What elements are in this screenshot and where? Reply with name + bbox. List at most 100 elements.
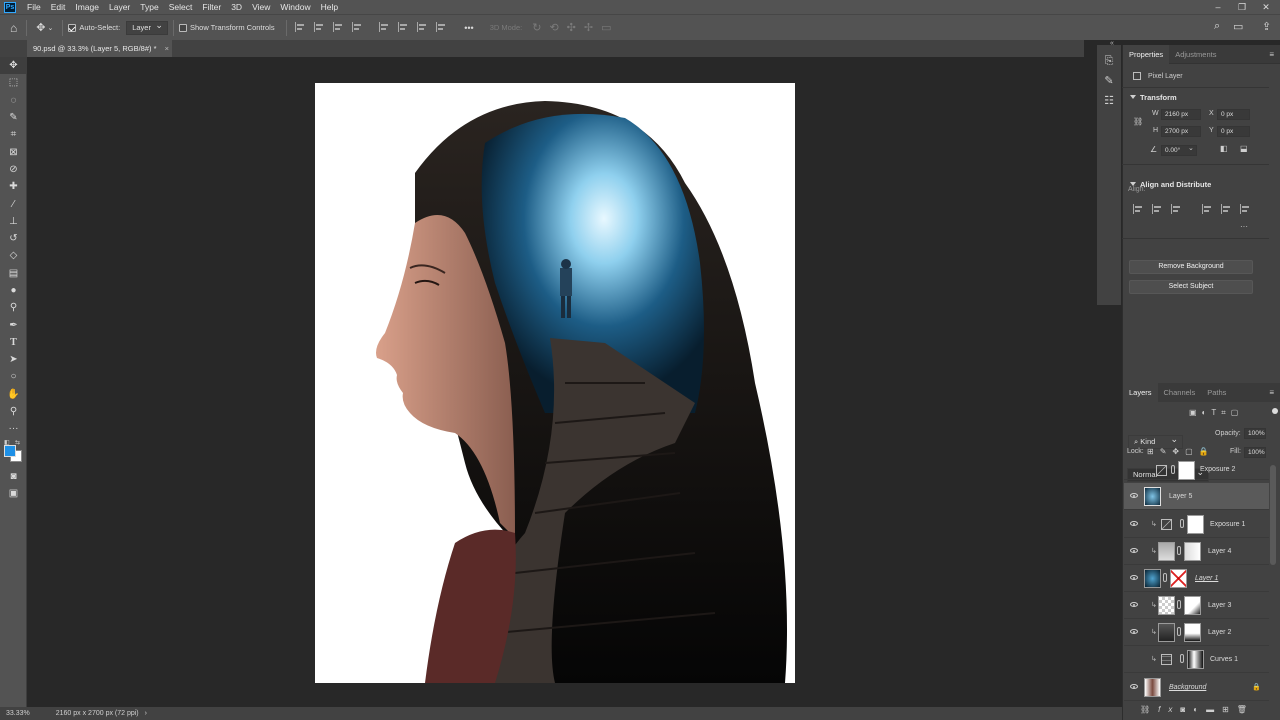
layer-row-layer-2[interactable]: ↳ Layer 2 [1124, 619, 1269, 646]
chevron-down-icon[interactable]: ⌄ [47, 24, 53, 32]
menu-edit[interactable]: Edit [46, 2, 71, 12]
layer-thumbnail[interactable] [1144, 678, 1161, 697]
gradient-tool-icon[interactable]: ▤ [0, 265, 27, 282]
visibility-eye-icon[interactable] [1130, 548, 1138, 553]
fill-field[interactable]: 100% [1244, 447, 1266, 458]
transform-section-header[interactable]: Transform [1124, 93, 1280, 102]
mask-link-icon[interactable] [1177, 627, 1181, 636]
zoom-tool-icon[interactable]: ⚲ [0, 403, 27, 420]
y-field[interactable]: 0 px [1217, 126, 1250, 137]
tab-channels[interactable]: Channels [1158, 383, 1202, 402]
layer-mask-thumbnail[interactable] [1184, 596, 1201, 615]
crop-tool-icon[interactable]: ⌗ [0, 126, 27, 143]
share-icon[interactable]: ⇪ [1262, 20, 1271, 33]
brush-settings-icon[interactable]: ✎ [1097, 71, 1121, 91]
link-layers-icon[interactable]: ⛓ [1140, 705, 1158, 714]
layer-row-background[interactable]: Background 🔒 [1124, 674, 1269, 701]
flip-vertical-icon[interactable]: ⬓ [1240, 144, 1248, 153]
distribute-horizontal-icon[interactable] [352, 21, 363, 32]
ellipse-tool-icon[interactable]: ○ [0, 368, 27, 385]
distribute-vertical-icon[interactable] [436, 21, 447, 32]
frame-tool-icon[interactable]: ⊠ [0, 143, 27, 160]
brush-tool-icon[interactable]: ⁄ [0, 195, 27, 212]
restore-icon[interactable]: ❐ [1230, 0, 1254, 14]
align-left-edges-icon[interactable] [294, 21, 306, 32]
layer-row-layer-5[interactable]: Layer 5 [1124, 483, 1269, 510]
marquee-tool-icon[interactable]: ⬚ [0, 74, 27, 91]
adjustments-panel-icon[interactable]: ☷ [1097, 91, 1121, 111]
layer-mask-thumbnail[interactable] [1187, 515, 1204, 534]
layers-panel-menu-icon[interactable]: ≡ [1269, 388, 1274, 397]
visibility-eye-icon[interactable] [1130, 602, 1138, 607]
document-canvas-image[interactable] [315, 83, 795, 683]
layer-row-layer-3[interactable]: ↳ Layer 3 [1124, 592, 1269, 619]
angle-dropdown-icon[interactable]: ⌄ [1188, 144, 1194, 152]
history-brush-tool-icon[interactable]: ↺ [0, 230, 27, 247]
menu-filter[interactable]: Filter [197, 2, 226, 12]
quick-selection-tool-icon[interactable]: ✎ [0, 109, 27, 126]
layer-row-exposure-1[interactable]: ↳ Exposure 1 [1124, 511, 1269, 538]
mask-link-icon[interactable] [1180, 519, 1184, 528]
align-bottom-edges-icon[interactable] [417, 21, 428, 32]
new-layer-icon[interactable]: ⊞ [1222, 705, 1237, 714]
new-adjustment-icon[interactable]: ◐ [1193, 705, 1206, 714]
menu-image[interactable]: Image [70, 2, 104, 12]
layer-mask-thumbnail[interactable] [1187, 650, 1204, 669]
history-panel-icon[interactable]: ⎘ [1097, 51, 1121, 71]
layer-row-curves-1[interactable]: ↳ Curves 1 [1124, 646, 1269, 673]
mask-link-icon[interactable] [1177, 546, 1181, 555]
menu-type[interactable]: Type [135, 2, 163, 12]
menu-layer[interactable]: Layer [104, 2, 135, 12]
panel-menu-icon[interactable]: ≡ [1269, 50, 1274, 59]
layer-row-layer-4[interactable]: ↳ Layer 4 [1124, 538, 1269, 565]
clone-stamp-tool-icon[interactable]: ⊥ [0, 213, 27, 230]
visibility-eye-icon[interactable] [1130, 684, 1138, 689]
layer-mask-thumbnail[interactable] [1184, 542, 1201, 561]
tab-layers[interactable]: Layers [1123, 383, 1158, 402]
visibility-eye-icon[interactable] [1130, 629, 1138, 634]
close-window-icon[interactable]: ✕ [1254, 0, 1278, 14]
dodge-tool-icon[interactable]: ⚲ [0, 299, 27, 316]
move-tool-icon[interactable]: ✥ [0, 57, 27, 75]
prop-align-top-icon[interactable] [1201, 204, 1213, 214]
layer-thumbnail[interactable] [1144, 569, 1161, 588]
document-tab[interactable]: 90.psd @ 33.3% (Layer 5, RGB/8#) * × [27, 40, 172, 57]
layer-style-fx-icon[interactable]: fx [1158, 705, 1180, 714]
close-tab-icon[interactable]: × [165, 44, 169, 53]
mask-link-icon[interactable] [1177, 600, 1181, 609]
edit-toolbar-icon[interactable]: ··· [0, 420, 27, 437]
align-distribute-section-header[interactable]: Align and Distribute [1124, 180, 1280, 189]
align-horizontal-centers-icon[interactable] [313, 21, 325, 32]
search-icon[interactable]: ⌕ [1214, 20, 1220, 33]
menu-select[interactable]: Select [164, 2, 198, 12]
tab-adjustments[interactable]: Adjustments [1169, 45, 1222, 64]
more-options-icon[interactable]: ••• [464, 23, 473, 33]
layer-thumbnail[interactable] [1144, 487, 1161, 506]
layer-thumbnail[interactable] [1158, 596, 1175, 615]
select-subject-button[interactable]: Select Subject [1129, 280, 1253, 294]
menu-window[interactable]: Window [275, 2, 315, 12]
tab-paths[interactable]: Paths [1201, 383, 1232, 402]
visibility-eye-icon[interactable] [1130, 575, 1138, 580]
workspace-icon[interactable]: ▭ [1233, 20, 1243, 33]
lock-icon[interactable]: 🔒 [1252, 683, 1261, 691]
disabled-mask-thumbnail[interactable] [1170, 569, 1187, 588]
height-field[interactable]: 2700 px [1161, 126, 1201, 137]
mask-link-icon[interactable] [1163, 573, 1167, 582]
prop-align-center-icon[interactable] [1152, 204, 1163, 214]
new-group-icon[interactable]: ▬ [1206, 705, 1222, 714]
delete-layer-icon[interactable]: 🗑 [1237, 705, 1255, 714]
healing-brush-tool-icon[interactable]: ✚ [0, 178, 27, 195]
screen-mode-icon[interactable]: ▣ [0, 485, 27, 502]
layer-filter-icons[interactable]: ▣◐T⌗▢ [1189, 408, 1243, 418]
home-icon[interactable]: ⌂ [10, 21, 17, 35]
opacity-field[interactable]: 100% [1244, 428, 1266, 439]
foreground-color-swatch[interactable] [4, 444, 16, 457]
prop-align-bottom-icon[interactable] [1240, 204, 1251, 214]
blur-tool-icon[interactable]: ● [0, 282, 27, 299]
lasso-tool-icon[interactable]: ◌ [0, 92, 27, 109]
mask-link-icon[interactable] [1171, 465, 1175, 474]
menu-view[interactable]: View [247, 2, 275, 12]
flip-horizontal-icon[interactable]: ◧ [1220, 144, 1228, 153]
align-top-edges-icon[interactable] [378, 21, 390, 32]
